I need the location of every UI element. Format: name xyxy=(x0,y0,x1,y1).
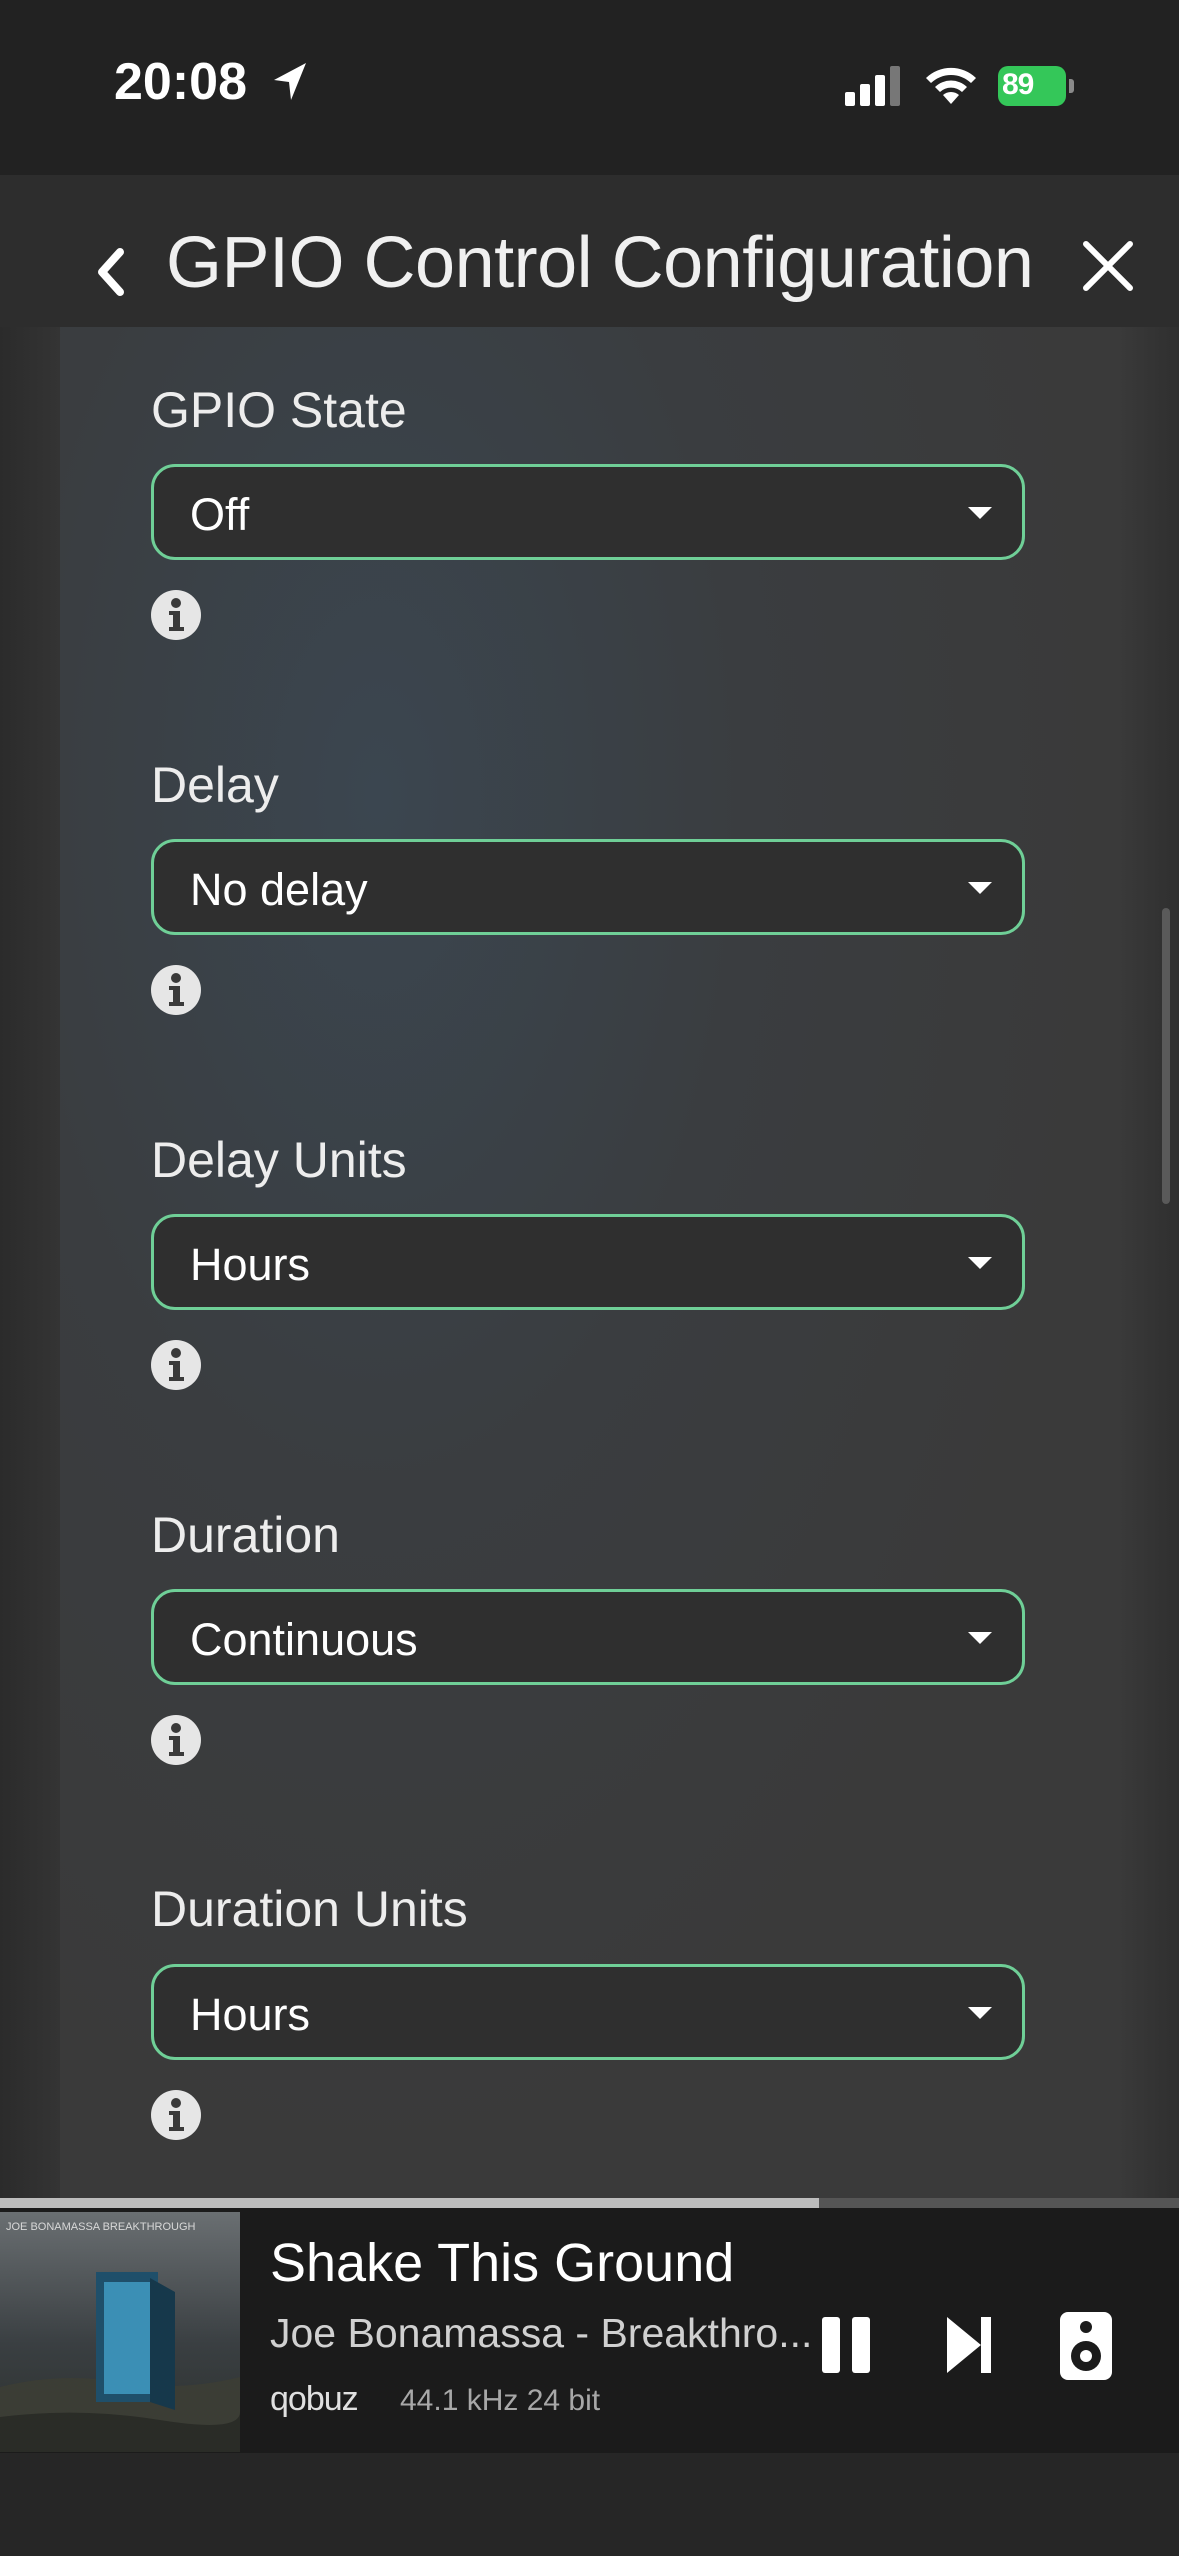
delay-value: No delay xyxy=(190,864,368,915)
playback-progress-fill xyxy=(0,2198,820,2208)
track-title: Shake This Ground xyxy=(270,2233,735,2293)
service-logo: qobuz xyxy=(270,2380,359,2418)
duration-value: Continuous xyxy=(190,1614,418,1665)
duration-units-label: Duration Units xyxy=(151,1881,468,1937)
chevron-left-icon[interactable] xyxy=(92,246,128,298)
caret-down-icon xyxy=(968,2007,992,2019)
close-icon[interactable] xyxy=(1080,238,1136,294)
config-panel: GPIO State Off Delay No delay Delay Unit… xyxy=(60,327,1118,2205)
location-arrow-icon xyxy=(274,63,306,100)
status-time: 20:08 xyxy=(114,53,247,111)
playback-progress[interactable] xyxy=(0,2198,1179,2208)
duration-units-select[interactable]: Hours xyxy=(151,1964,1025,2060)
duration-select[interactable]: Continuous xyxy=(151,1589,1025,1685)
delay-select[interactable]: No delay xyxy=(151,839,1025,935)
album-caption: JOE BONAMASSA BREAKTHROUGH xyxy=(6,2221,196,2233)
gpio-state-select[interactable]: Off xyxy=(151,464,1025,560)
caret-down-icon xyxy=(968,507,992,519)
caret-down-icon xyxy=(968,882,992,894)
delay-label: Delay xyxy=(151,757,279,813)
delay-units-select[interactable]: Hours xyxy=(151,1214,1025,1310)
gpio-state-value: Off xyxy=(190,489,250,540)
battery-level: 89 xyxy=(1002,68,1034,101)
delay-units-label: Delay Units xyxy=(151,1132,407,1188)
status-bar: 20:08 89 xyxy=(0,0,1179,175)
caret-down-icon xyxy=(968,1632,992,1644)
pause-icon[interactable] xyxy=(820,2315,874,2375)
track-artist-album: Joe Bonamassa - Breakthro... xyxy=(270,2310,813,2356)
audio-quality: 44.1 kHz 24 bit xyxy=(400,2384,601,2417)
battery-indicator: 89 xyxy=(998,66,1074,106)
bottom-bar xyxy=(0,2453,1179,2556)
gpio-state-label: GPIO State xyxy=(151,382,407,438)
cellular-signal-icon xyxy=(845,66,900,106)
album-art[interactable]: JOE BONAMASSA BREAKTHROUGH xyxy=(0,2212,240,2452)
delay-units-value: Hours xyxy=(190,1239,311,1290)
info-icon[interactable] xyxy=(150,1339,202,1391)
caret-down-icon xyxy=(968,1257,992,1269)
info-icon[interactable] xyxy=(150,589,202,641)
duration-label: Duration xyxy=(151,1507,340,1563)
skip-next-icon[interactable] xyxy=(945,2315,995,2375)
speaker-icon[interactable] xyxy=(1058,2310,1114,2382)
scrollbar[interactable] xyxy=(1162,908,1170,1204)
info-icon[interactable] xyxy=(150,964,202,1016)
background-left xyxy=(0,175,60,2205)
duration-units-value: Hours xyxy=(190,1989,311,2040)
info-icon[interactable] xyxy=(150,1714,202,1766)
wifi-icon xyxy=(926,67,976,104)
page-title: GPIO Control Configuration xyxy=(166,223,1034,303)
info-icon[interactable] xyxy=(150,2089,202,2141)
